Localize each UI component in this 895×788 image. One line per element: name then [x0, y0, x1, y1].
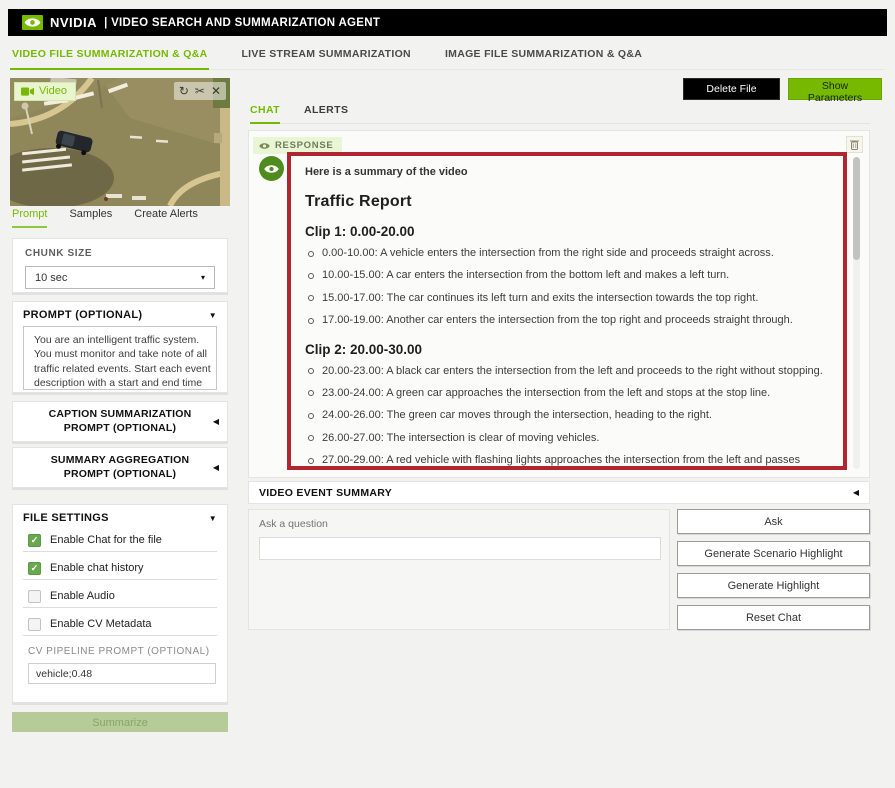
assistant-avatar: [259, 156, 284, 181]
checkbox-label: Enable Chat for the file: [50, 534, 162, 546]
response-badge-label: RESPONSE: [275, 140, 334, 151]
refresh-icon[interactable]: ↻: [179, 84, 189, 98]
checkbox-label: Enable Audio: [50, 590, 115, 602]
brand-name: NVIDIA: [50, 15, 98, 30]
show-parameters-button[interactable]: Show Parameters: [788, 78, 882, 104]
event-item: 15.00-17.00: The car continues its left …: [305, 291, 829, 306]
checkbox-enable-cv-metadata[interactable]: ✓ Enable CV Metadata: [23, 613, 217, 636]
tab-chat[interactable]: CHAT: [250, 104, 280, 124]
checkbox-box[interactable]: ✓: [28, 561, 41, 575]
cv-pipeline-label: CV PIPELINE PROMPT (OPTIONAL): [28, 646, 210, 657]
tab-samples[interactable]: Samples: [69, 208, 112, 228]
chunk-size-value: 10 sec: [35, 271, 68, 284]
tab-image-file-summarization[interactable]: IMAGE FILE SUMMARIZATION & Q&A: [443, 44, 644, 69]
tab-video-file-summarization[interactable]: VIDEO FILE SUMMARIZATION & Q&A: [10, 44, 210, 70]
tab-create-alerts[interactable]: Create Alerts: [134, 208, 198, 228]
crop-icon[interactable]: ✂: [195, 84, 205, 98]
prompt-card: PROMPT (OPTIONAL) ▼ You are an intellige…: [12, 301, 228, 393]
file-settings-label: FILE SETTINGS: [23, 512, 109, 524]
delete-file-button[interactable]: Delete File: [683, 78, 780, 100]
check-icon: ✓: [30, 534, 39, 545]
video-icon: [21, 86, 34, 96]
ask-panel: Ask a question: [248, 509, 670, 630]
event-item: 10.00-15.00: A car enters the intersecti…: [305, 268, 829, 283]
page-title: | VIDEO SEARCH AND SUMMARIZATION AGENT: [104, 16, 381, 29]
caption-summarization-card[interactable]: CAPTION SUMMARIZATION PROMPT (OPTIONAL) …: [12, 401, 228, 442]
tab-live-stream-summarization[interactable]: LIVE STREAM SUMMARIZATION: [239, 44, 412, 69]
chunk-size-label: CHUNK SIZE: [25, 248, 93, 259]
video-preview[interactable]: Video ↻ ✂ ✕: [10, 78, 230, 206]
video-event-summary-bar[interactable]: VIDEO EVENT SUMMARY ◀: [248, 481, 870, 504]
clip-events: 0.00-10.00: A vehicle enters the interse…: [305, 246, 829, 329]
thumbnail-toolbar: ↻ ✂ ✕: [173, 82, 226, 100]
generate-scenario-highlight-button[interactable]: Generate Scenario Highlight: [677, 541, 870, 566]
chevron-down-icon: ▾: [200, 273, 205, 282]
clip-events: 20.00-23.00: A black car enters the inte…: [305, 364, 829, 466]
prompt-textarea[interactable]: You are an intelligent traffic system. Y…: [23, 326, 217, 390]
nvidia-logo-icon: [22, 15, 43, 30]
generate-highlight-button[interactable]: Generate Highlight: [677, 573, 870, 598]
summarize-button[interactable]: Summarize: [12, 712, 228, 732]
caption-summarization-label: CAPTION SUMMARIZATION PROMPT (OPTIONAL): [48, 407, 192, 434]
trash-icon: [850, 140, 859, 150]
summary-aggregation-card[interactable]: SUMMARY AGGREGATION PROMPT (OPTIONAL) ◀: [12, 447, 228, 488]
chevron-left-icon[interactable]: ◀: [213, 463, 219, 472]
checkbox-label: Enable chat history: [50, 562, 144, 574]
checkbox-box[interactable]: ✓: [28, 533, 41, 547]
checkbox-enable-audio[interactable]: ✓ Enable Audio: [23, 585, 217, 608]
scrollbar-thumb[interactable]: [853, 157, 860, 260]
checkbox-label: Enable CV Metadata: [50, 618, 152, 630]
event-item: 24.00-26.00: The green car moves through…: [305, 408, 829, 423]
sidebar-tabs: Prompt Samples Create Alerts: [12, 208, 230, 228]
delete-response-button[interactable]: [846, 136, 863, 153]
event-item: 20.00-23.00: A black car enters the inte…: [305, 364, 829, 379]
checkbox-box[interactable]: ✓: [28, 617, 41, 631]
event-item: 0.00-10.00: A vehicle enters the interse…: [305, 246, 829, 261]
prompt-label: PROMPT (OPTIONAL): [23, 309, 143, 321]
chevron-left-icon[interactable]: ◀: [853, 488, 859, 497]
chat-intro: Here is a summary of the video: [305, 166, 468, 178]
checkbox-box[interactable]: ✓: [28, 589, 41, 603]
file-settings-card: FILE SETTINGS ▼ ✓ Enable Chat for the fi…: [12, 504, 228, 703]
chunk-size-card: CHUNK SIZE 10 sec ▾: [12, 238, 228, 293]
video-badge-label: Video: [39, 85, 67, 97]
chunk-size-select[interactable]: 10 sec ▾: [25, 266, 215, 289]
report-title: Traffic Report: [305, 193, 412, 210]
event-item: 17.00-19.00: Another car enters the inte…: [305, 313, 829, 328]
highlighted-response: Here is a summary of the video Traffic R…: [287, 152, 847, 470]
collapse-icon[interactable]: ▼: [209, 514, 217, 523]
chat-alert-tabs: CHAT ALERTS: [250, 104, 870, 124]
eye-icon: [259, 142, 270, 149]
primary-nav: VIDEO FILE SUMMARIZATION & Q&A LIVE STRE…: [10, 44, 885, 70]
event-item: 26.00-27.00: The intersection is clear o…: [305, 431, 829, 446]
ask-question-label: Ask a question: [259, 518, 328, 530]
clip-heading: Clip 2: 20.00-30.00: [305, 341, 423, 357]
reset-chat-button[interactable]: Reset Chat: [677, 605, 870, 630]
ask-button[interactable]: Ask: [677, 509, 870, 534]
chat-panel: RESPONSE Here is a summary of the video …: [248, 130, 870, 478]
tab-alerts[interactable]: ALERTS: [304, 104, 348, 123]
close-icon[interactable]: ✕: [211, 84, 221, 98]
nvidia-eye-icon: [264, 164, 279, 173]
tab-prompt[interactable]: Prompt: [12, 208, 48, 228]
cv-pipeline-input[interactable]: [28, 663, 216, 684]
checkbox-enable-chat-history[interactable]: ✓ Enable chat history: [23, 557, 217, 580]
chevron-left-icon[interactable]: ◀: [213, 417, 219, 426]
check-icon: ✓: [30, 562, 39, 573]
event-item: 27.00-29.00: A red vehicle with flashing…: [305, 453, 829, 466]
chat-scrollbar[interactable]: [853, 157, 860, 469]
collapse-icon[interactable]: ▼: [209, 311, 217, 320]
question-input[interactable]: [259, 537, 661, 560]
event-item: 23.00-24.00: A green car approaches the …: [305, 386, 829, 401]
video-badge: Video: [14, 82, 76, 101]
clip-heading: Clip 1: 0.00-20.00: [305, 224, 415, 239]
video-event-summary-label: VIDEO EVENT SUMMARY: [259, 486, 393, 499]
summary-aggregation-label: SUMMARY AGGREGATION PROMPT (OPTIONAL): [50, 453, 190, 480]
checkbox-enable-chat-file[interactable]: ✓ Enable Chat for the file: [23, 529, 217, 552]
app-header: NVIDIA | VIDEO SEARCH AND SUMMARIZATION …: [8, 9, 887, 36]
